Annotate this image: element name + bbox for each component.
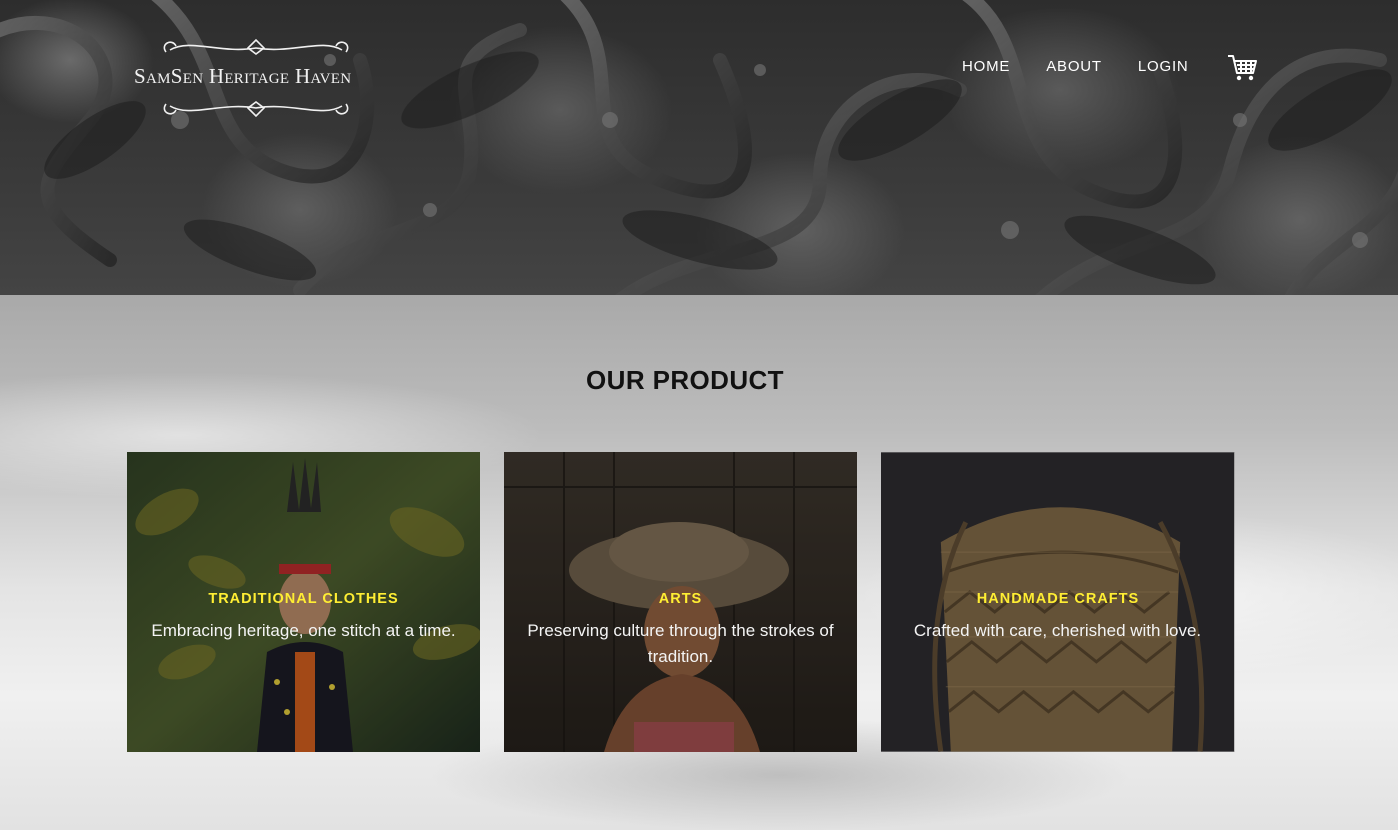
cart-icon-glyph [1228, 55, 1257, 81]
product-card-handmade-crafts[interactable]: HANDMADE CRAFTS Crafted with care, cheri… [881, 452, 1235, 752]
nav-login-link[interactable]: LOGIN [1138, 58, 1189, 78]
section-heading: OUR PRODUCT [586, 365, 784, 395]
card-title: ARTS [658, 591, 703, 607]
brand-logo[interactable]: SamSen Heritage Haven [130, 36, 382, 124]
card-description: Crafted with care, cherished with love. [913, 621, 1202, 640]
shopping-cart-icon[interactable] [1226, 52, 1258, 84]
products-section: OUR PRODUCT TRADITIONAL CLOTHES Embracin… [0, 295, 1398, 830]
card-description: Embracing heritage, one stitch at a time… [151, 621, 456, 640]
logo-flourish-bottom [163, 101, 349, 118]
logo-text: SamSen Heritage Haven [134, 64, 352, 88]
nav-home-link[interactable]: HOME [962, 58, 1010, 78]
main-nav: HOME ABOUT LOGIN [962, 58, 1189, 78]
card-title: HANDMADE CRAFTS [976, 591, 1140, 607]
product-card-traditional-clothes[interactable]: TRADITIONAL CLOTHES Embracing heritage, … [127, 452, 480, 752]
nav-about-link[interactable]: ABOUT [1046, 58, 1102, 78]
logo-flourish-top [163, 38, 349, 55]
hero-header: SamSen Heritage Haven HOME ABOUT LOGIN [0, 0, 1398, 295]
card-description: Preserving culture through the strokes o… [527, 621, 834, 666]
card-title: TRADITIONAL CLOTHES [208, 591, 399, 607]
product-card-arts[interactable]: ARTS Preserving culture through the stro… [504, 452, 857, 752]
